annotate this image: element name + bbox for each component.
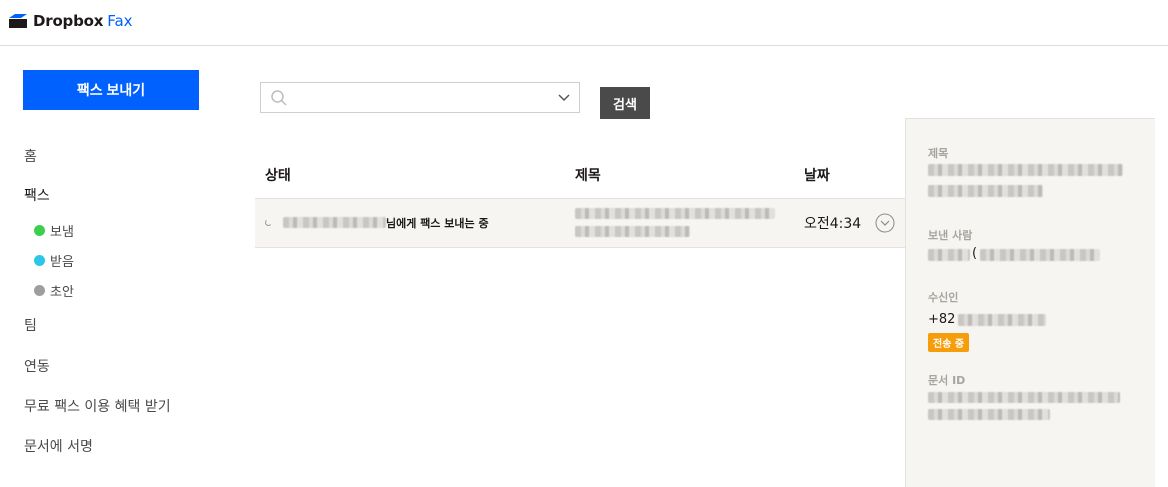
redacted-subject-detail-1 [928, 164, 1123, 176]
sidebar-item-sent[interactable]: 보냄 [34, 221, 74, 240]
sidebar-item-drafts[interactable]: 초안 [34, 281, 74, 300]
redacted-document-id-1 [928, 392, 1120, 403]
search-button[interactable]: 검색 [600, 87, 650, 119]
loading-spinner-icon [265, 219, 272, 226]
redacted-document-id-2 [928, 409, 1050, 420]
sent-dot-icon [34, 225, 45, 236]
sidebar-item-label: 초안 [50, 285, 74, 300]
redacted-sender-number [980, 249, 1100, 261]
search-box[interactable] [260, 82, 580, 113]
sidebar-item-integrations[interactable]: 연동 [24, 356, 50, 376]
column-header-date: 날짜 [804, 168, 830, 184]
sidebar-item-team[interactable]: 팀 [24, 315, 37, 335]
redacted-subject-detail-2 [928, 185, 1043, 197]
search-icon [271, 90, 287, 106]
sender-label: 보낸 사람 [928, 229, 973, 242]
top-bar: Dropbox Fax [0, 0, 1168, 46]
sidebar-item-label: 받음 [50, 255, 74, 270]
sidebar-item-fax[interactable]: 팩스 [24, 185, 50, 205]
sidebar-item-label: 보냄 [50, 225, 74, 240]
status-text: 님에게 팩스 보내는 중 [386, 217, 489, 230]
expand-circle-icon[interactable] [875, 213, 895, 233]
dropbox-logo-icon [9, 14, 27, 28]
column-header-status: 상태 [265, 168, 291, 184]
sidebar-item-free-fax[interactable]: 무료 팩스 이용 혜택 받기 [24, 396, 171, 416]
row-date: 오전4:34 [804, 216, 862, 232]
redacted-sender-name [928, 249, 970, 261]
column-header-subject: 제목 [575, 168, 601, 184]
detail-panel: 제목 보낸 사람 ( 수신인 +82 전송 중 문서 ID [905, 118, 1155, 487]
subject-label: 제목 [928, 147, 949, 160]
redacted-subject-line-1 [575, 208, 775, 219]
redacted-subject-line-2 [575, 226, 690, 237]
drafts-dot-icon [34, 285, 45, 296]
redacted-recipient [283, 217, 386, 228]
sidebar-item-home[interactable]: 홈 [24, 146, 37, 166]
search-input[interactable] [295, 87, 545, 109]
send-fax-button[interactable]: 팩스 보내기 [23, 70, 199, 110]
chevron-down-icon[interactable] [558, 93, 570, 103]
product-name: Fax [107, 12, 133, 30]
redacted-recipient-number [958, 314, 1046, 326]
dropbox-fax-logo[interactable]: Dropbox Fax [9, 12, 133, 30]
status-badge: 전송 중 [928, 333, 970, 352]
sidebar-item-received[interactable]: 받음 [34, 251, 74, 270]
table-row[interactable]: 님에게 팩스 보내는 중 오전4:34 [255, 198, 905, 248]
recipient-prefix: +82 [928, 312, 956, 327]
received-dot-icon [34, 255, 45, 266]
document-id-label: 문서 ID [928, 374, 966, 387]
sidebar-item-sign[interactable]: 문서에 서명 [24, 436, 93, 456]
brand-name: Dropbox [33, 12, 104, 30]
sender-paren: ( [972, 246, 978, 261]
recipient-label: 수신인 [928, 291, 959, 304]
